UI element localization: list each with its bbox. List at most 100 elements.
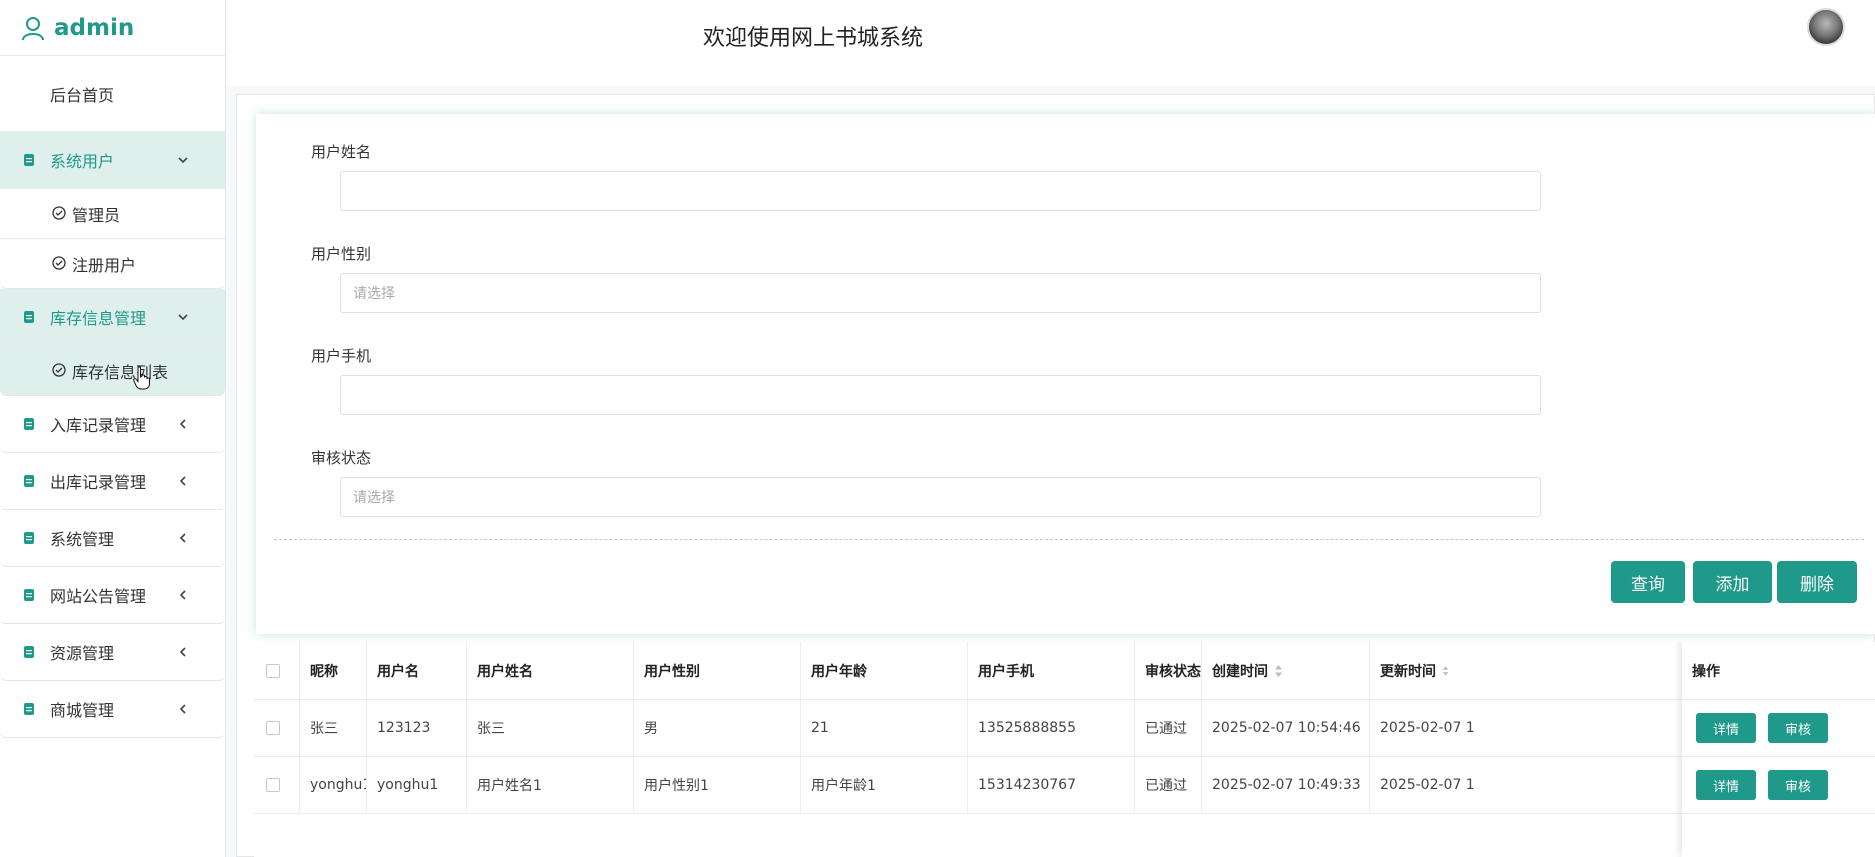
cell-updated-time: 2025-02-07 1 xyxy=(1369,757,1489,813)
select-all-checkbox[interactable] xyxy=(266,663,280,678)
field-label-gender: 用户性别 xyxy=(311,245,372,263)
hand-cursor-icon xyxy=(133,366,150,390)
nav-item-system-users[interactable]: 系统用户 xyxy=(0,132,225,188)
cell-real-name: 用户姓名1 xyxy=(466,757,633,813)
field-label-status: 审核状态 xyxy=(311,449,372,467)
cell-review-status: 已通过 xyxy=(1134,700,1201,756)
sort-icon[interactable] xyxy=(1274,664,1283,678)
operations-column: 操作 详情 审核 详情 审核 xyxy=(1682,642,1875,857)
data-table: 昵称 用户名 用户姓名 用户性别 用户年龄 用户手机 审核状态 创建时间 更新时… xyxy=(254,642,1875,857)
nav-item-label: 库存信息管理 xyxy=(50,309,147,328)
row-select-cell xyxy=(254,700,299,756)
nav-item-outbound-records[interactable]: 出库记录管理 xyxy=(0,453,225,509)
col-username: 用户名 xyxy=(366,642,466,699)
cell-real-name: 张三 xyxy=(466,700,633,756)
field-label-name: 用户姓名 xyxy=(311,143,372,161)
col-phone: 用户手机 xyxy=(967,642,1134,699)
nav-home[interactable]: 后台首页 xyxy=(0,56,225,132)
cell-age: 用户年龄1 xyxy=(800,757,967,813)
sub-item-label: 注册用户 xyxy=(72,255,137,275)
query-button[interactable]: 查询 xyxy=(1611,561,1685,603)
row-checkbox[interactable] xyxy=(266,721,280,735)
nav-item-resources[interactable]: 资源管理 xyxy=(0,624,225,680)
sidebar: admin 后台首页 系统用户 管理员 注册用户 库存信息管理 库存信息列表 入… xyxy=(0,0,226,857)
sub-item-registered-users[interactable]: 注册用户 xyxy=(0,238,225,288)
row-checkbox[interactable] xyxy=(266,778,280,792)
sort-icon[interactable] xyxy=(1442,664,1449,678)
col-operations: 操作 xyxy=(1682,642,1875,700)
document-icon xyxy=(24,311,34,323)
nav-group-resources: 资源管理 xyxy=(0,624,225,681)
nav-group-inventory: 库存信息管理 库存信息列表 xyxy=(0,289,225,396)
table-header: 昵称 用户名 用户姓名 用户性别 用户年龄 用户手机 审核状态 创建时间 更新时… xyxy=(254,642,1875,700)
chevron-left-icon xyxy=(179,704,186,714)
page-title: 欢迎使用网上书城系统 xyxy=(703,26,924,51)
chevron-left-icon xyxy=(179,647,186,657)
check-circle-icon xyxy=(52,255,66,270)
nav-item-inbound-records[interactable]: 入库记录管理 xyxy=(0,396,225,452)
nav-item-inventory[interactable]: 库存信息管理 xyxy=(0,289,225,345)
user-icon xyxy=(22,16,44,40)
cell-created-time: 2025-02-07 10:54:46 xyxy=(1201,700,1369,756)
brand-name: admin xyxy=(54,14,135,41)
nav-item-label: 入库记录管理 xyxy=(50,416,147,435)
detail-button[interactable]: 详情 xyxy=(1696,770,1756,800)
col-created-time[interactable]: 创建时间 xyxy=(1201,642,1369,699)
cell-gender: 用户性别1 xyxy=(633,757,800,813)
delete-button[interactable]: 删除 xyxy=(1777,561,1857,603)
nav-group-notices: 网站公告管理 xyxy=(0,567,225,624)
chevron-left-icon xyxy=(179,590,186,600)
cell-created-time: 2025-02-07 10:49:33 xyxy=(1201,757,1369,813)
review-button[interactable]: 审核 xyxy=(1768,770,1828,800)
nav-item-label: 系统用户 xyxy=(50,152,115,171)
cell-review-status: 已通过 xyxy=(1134,757,1201,813)
sub-item-admins[interactable]: 管理员 xyxy=(0,188,225,238)
nav-item-label: 资源管理 xyxy=(50,644,115,663)
row-select-cell xyxy=(254,757,299,813)
chevron-down-icon xyxy=(178,157,188,164)
sub-item-inventory-list[interactable]: 库存信息列表 xyxy=(0,345,225,395)
col-real-name: 用户姓名 xyxy=(466,642,633,699)
nav-item-system-management[interactable]: 系统管理 xyxy=(0,510,225,566)
ops-row: 详情 审核 xyxy=(1682,700,1875,757)
table-row: yonghu1 yonghu1 用户姓名1 用户性别1 用户年龄1 153142… xyxy=(254,757,1875,814)
nav-group-system-users: 系统用户 管理员 注册用户 xyxy=(0,132,225,289)
nav-group-mall: 商城管理 xyxy=(0,681,225,738)
nav-item-label: 商城管理 xyxy=(50,701,115,720)
document-icon xyxy=(24,154,34,166)
ops-row: 详情 审核 xyxy=(1682,757,1875,814)
nav-item-label: 出库记录管理 xyxy=(50,473,147,492)
main-content: 用户姓名 用户性别 请选择 用户手机 审核状态 请选择 查询 添加 删除 昵称 … xyxy=(226,86,1875,857)
col-age: 用户年龄 xyxy=(800,642,967,699)
brand: admin xyxy=(0,0,225,56)
nav-item-label: 系统管理 xyxy=(50,530,115,549)
document-icon xyxy=(24,703,34,715)
nav-item-site-notices[interactable]: 网站公告管理 xyxy=(0,567,225,623)
avatar[interactable] xyxy=(1807,8,1845,46)
nav-item-mall[interactable]: 商城管理 xyxy=(0,681,225,737)
review-status-select[interactable]: 请选择 xyxy=(340,477,1541,517)
cell-nickname: yonghu1 xyxy=(299,757,366,813)
detail-button[interactable]: 详情 xyxy=(1696,713,1756,743)
chevron-left-icon xyxy=(179,476,186,486)
user-name-input[interactable] xyxy=(340,171,1541,211)
chevron-left-icon xyxy=(179,533,186,543)
col-updated-time[interactable]: 更新时间 xyxy=(1369,642,1449,699)
sub-item-label: 库存信息列表 xyxy=(72,362,169,382)
select-all-cell xyxy=(254,642,299,699)
user-gender-select[interactable]: 请选择 xyxy=(340,273,1541,313)
table-row: 张三 123123 张三 男 21 13525888855 已通过 2025-0… xyxy=(254,700,1875,757)
sub-item-label: 管理员 xyxy=(72,205,121,225)
nav-group-system: 系统管理 xyxy=(0,510,225,567)
cell-nickname: 张三 xyxy=(299,700,366,756)
topbar: 欢迎使用网上书城系统 xyxy=(226,0,1875,86)
col-created-label: 创建时间 xyxy=(1212,663,1268,680)
review-button[interactable]: 审核 xyxy=(1768,713,1828,743)
nav-group-outbound: 出库记录管理 xyxy=(0,453,225,510)
add-button[interactable]: 添加 xyxy=(1693,561,1772,603)
col-review-status: 审核状态 xyxy=(1134,642,1201,699)
document-icon xyxy=(24,646,34,658)
cell-username: 123123 xyxy=(366,700,466,756)
cell-phone: 15314230767 xyxy=(967,757,1134,813)
user-phone-input[interactable] xyxy=(340,375,1541,415)
